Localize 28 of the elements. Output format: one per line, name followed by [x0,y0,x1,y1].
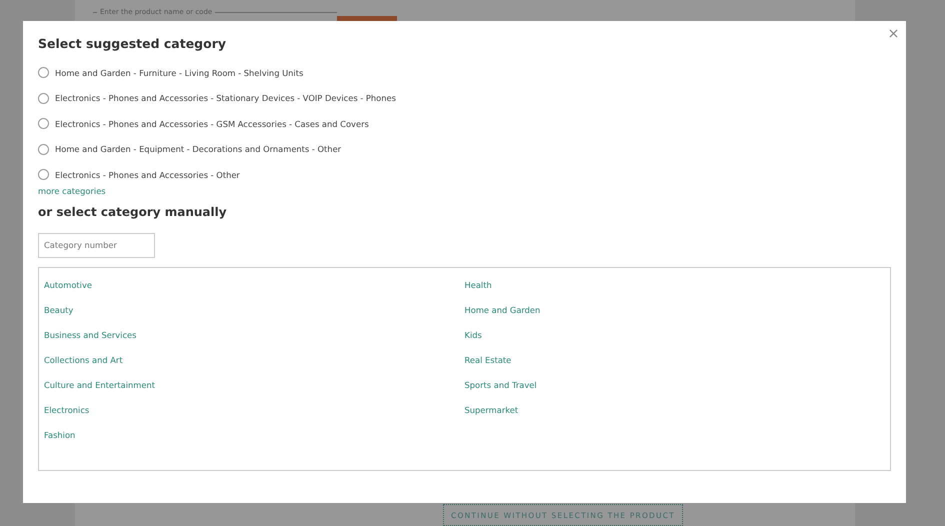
category-link[interactable]: Beauty [44,305,74,315]
category-option[interactable]: Electronics - Phones and Accessories - Stationary Devices - VOIP Devices - Phones [38,86,396,111]
category-link[interactable]: Electronics [44,405,90,415]
category-option[interactable]: Home and Garden - Equipment - Decorations and Ornaments - Other [38,136,342,162]
radio-button[interactable] [38,67,49,78]
category-link[interactable]: Kids [464,330,482,340]
category-link[interactable]: Sports and Travel [464,380,537,390]
category-link[interactable]: Business and Services [44,330,136,340]
category-option[interactable]: Electronics - Phones and Accessories - GSM Accessories - Cases and Covers [38,111,369,136]
section-title: or select category manually [38,204,228,218]
dialog-title: Select suggested category [38,36,228,53]
more-categories-link[interactable]: more categories [38,186,106,196]
close-icon[interactable] [889,29,898,38]
category-option[interactable]: Home and Garden - Furniture - Living Room - Shelving Units [38,60,304,86]
category-link[interactable]: Home and Garden [464,305,540,315]
radio-button[interactable] [38,118,49,130]
radio-button[interactable] [38,92,49,104]
category-link[interactable]: Real Estate [464,355,512,365]
category-option[interactable]: Electronics - Phones and Accessories - Other [38,162,240,188]
category-link[interactable]: Fashion [44,430,76,440]
category-link[interactable]: Collections and Art [44,355,123,365]
category-link[interactable]: Automotive [44,280,92,290]
category-link[interactable]: Supermarket [464,405,518,415]
category-link[interactable]: Health [464,280,492,290]
category-link[interactable]: Culture and Entertainment [44,380,155,390]
category-number-field[interactable]: Category number [38,232,155,258]
radio-button[interactable] [38,169,49,180]
radio-button[interactable] [38,144,49,155]
